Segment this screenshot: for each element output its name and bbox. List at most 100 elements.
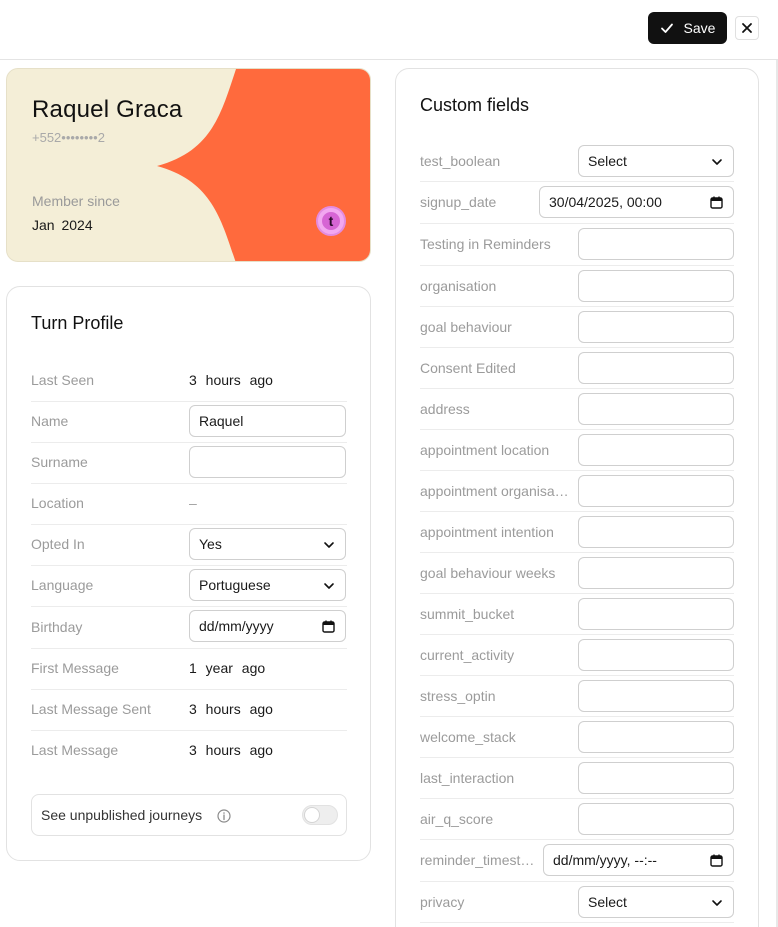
close-button[interactable] (735, 16, 759, 40)
chevron-down-icon (324, 542, 334, 548)
avatar-letter: t (322, 212, 340, 230)
custom-field-row: last_interaction (420, 758, 734, 799)
custom-field-row: organisation (420, 266, 734, 307)
custom-field-label: goal behaviour (420, 319, 512, 335)
custom-field-label: Consent Edited (420, 360, 516, 376)
custom-field-input[interactable] (578, 475, 734, 507)
last-seen-label: Last Seen (31, 372, 95, 388)
custom-field-row: Testing in Reminders (420, 224, 734, 266)
custom-field-row: appointment intention (420, 512, 734, 553)
name-label: Name (31, 413, 69, 429)
calendar-icon (322, 620, 335, 633)
custom-field-row: summit_bucket (420, 594, 734, 635)
last-seen-row: Last Seen 3 hours ago (31, 361, 347, 402)
custom-field-input[interactable] (578, 762, 734, 794)
custom-field-label: reminder_timest… (420, 852, 535, 868)
custom-field-row: appointment location (420, 430, 734, 471)
birthday-row: Birthday dd/mm/yyyy (31, 607, 347, 649)
calendar-icon (710, 854, 723, 867)
custom-field-input[interactable] (578, 516, 734, 548)
custom-field-label: appointment intention (420, 524, 554, 540)
calendar-icon (710, 196, 723, 209)
unpublished-journeys-label: See unpublished journeys (41, 807, 203, 823)
last-message-sent-label: Last Message Sent (31, 701, 151, 717)
save-button-label: Save (683, 20, 716, 36)
custom-field-row: test_boolean Select (420, 141, 734, 182)
custom-field-input[interactable] (578, 721, 734, 753)
custom-field-input[interactable] (578, 228, 734, 260)
custom-field-input[interactable] (578, 270, 734, 302)
custom-field-input[interactable] (578, 803, 734, 835)
opted-in-value: Yes (199, 536, 222, 552)
language-value: Portuguese (199, 577, 271, 593)
custom-field-label: goal behaviour weeks (420, 565, 556, 581)
name-row: Name Raquel (31, 402, 347, 443)
surname-input[interactable] (189, 446, 346, 478)
custom-field-row: stress_optin (420, 676, 734, 717)
chevron-down-icon (712, 900, 722, 906)
custom-field-select[interactable]: Select (578, 145, 734, 177)
opted-in-label: Opted In (31, 536, 85, 552)
custom-field-row: welcome_stack (420, 717, 734, 758)
custom-field-row: goal behaviour (420, 307, 734, 348)
custom-field-datetime-input[interactable]: dd/mm/yyyy, --:-- (543, 844, 734, 876)
save-button[interactable]: Save (648, 12, 727, 44)
info-icon[interactable] (217, 809, 231, 823)
custom-field-label: organisation (420, 278, 497, 294)
custom-field-value: Select (588, 894, 627, 910)
custom-field-label: current_activity (420, 647, 515, 663)
language-select[interactable]: Portuguese (189, 569, 346, 601)
custom-field-row: signup_date 30/04/2025, 00:00 (420, 182, 734, 224)
custom-field-row: address (420, 389, 734, 430)
custom-field-input[interactable] (578, 434, 734, 466)
surname-label: Surname (31, 454, 88, 470)
name-input[interactable]: Raquel (189, 405, 346, 437)
custom-field-label: test_boolean (420, 153, 501, 169)
custom-field-label: appointment organisa… (420, 483, 569, 499)
language-label: Language (31, 577, 94, 593)
unpublished-journeys-setting: See unpublished journeys (31, 794, 347, 836)
surname-row: Surname (31, 443, 347, 484)
location-row: Location – (31, 484, 347, 525)
custom-field-input[interactable] (578, 352, 734, 384)
chevron-down-icon (712, 159, 722, 165)
custom-field-input[interactable] (578, 311, 734, 343)
member-since-label: Member since (32, 193, 120, 209)
birthday-label: Birthday (31, 619, 83, 635)
unpublished-journeys-toggle[interactable] (302, 805, 338, 825)
custom-field-value: 30/04/2025, 00:00 (549, 194, 662, 210)
custom-field-input[interactable] (578, 393, 734, 425)
birthday-input[interactable]: dd/mm/yyyy (189, 610, 346, 642)
last-message-value: 3 hours ago (189, 742, 273, 758)
custom-field-input[interactable] (578, 680, 734, 712)
custom-field-input[interactable] (578, 598, 734, 630)
location-value: – (189, 495, 197, 511)
custom-field-label: address (420, 401, 470, 417)
custom-field-datetime-input[interactable]: 30/04/2025, 00:00 (539, 186, 734, 218)
location-label: Location (31, 495, 84, 511)
custom-field-select[interactable]: Select (578, 886, 734, 918)
custom-field-row: reminder_timest… dd/mm/yyyy, --:-- (420, 840, 734, 882)
custom-field-input[interactable] (578, 639, 734, 671)
first-message-row: First Message 1 year ago (31, 649, 347, 690)
birthday-value: dd/mm/yyyy (199, 618, 274, 634)
custom-field-label: Testing in Reminders (420, 236, 551, 252)
check-icon (660, 23, 673, 33)
contact-phone: +552••••••••2 (32, 130, 105, 145)
last-message-label: Last Message (31, 742, 119, 758)
custom-field-row: Consent Edited (420, 348, 734, 389)
turn-profile-card: Turn Profile Last Seen 3 hours ago Name … (6, 286, 371, 861)
custom-field-value: dd/mm/yyyy, --:-- (553, 852, 657, 868)
opted-in-select[interactable]: Yes (189, 528, 346, 560)
top-bar: Save (0, 0, 778, 60)
custom-field-label: air_q_score (420, 811, 494, 827)
custom-field-input[interactable] (578, 557, 734, 589)
avatar[interactable]: t (316, 206, 346, 236)
opted-in-row: Opted In Yes (31, 525, 347, 566)
custom-field-label: appointment location (420, 442, 550, 458)
close-icon (742, 23, 752, 33)
custom-field-label: privacy (420, 894, 465, 910)
custom-field-label: last_interaction (420, 770, 515, 786)
custom-field-row: goal behaviour weeks (420, 553, 734, 594)
chevron-down-icon (324, 583, 334, 589)
